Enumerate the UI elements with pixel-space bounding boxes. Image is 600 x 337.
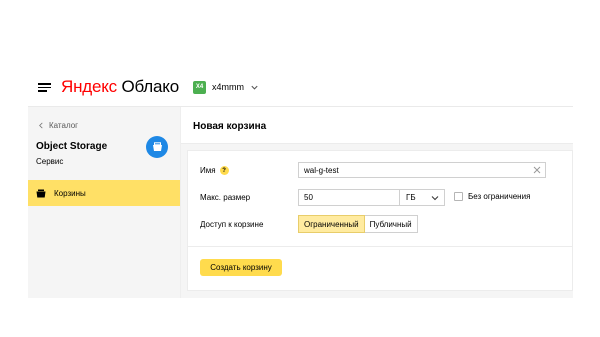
form-divider — [188, 246, 572, 247]
max-size-label: Макс. размер — [200, 193, 251, 202]
sidebar-item-buckets[interactable]: Корзины — [28, 180, 180, 206]
unlimited-checkbox[interactable] — [454, 192, 463, 201]
bucket-name-input[interactable]: wal-g-test — [298, 162, 546, 178]
service-title: Object Storage — [36, 141, 108, 152]
access-option-restricted[interactable]: Ограниченный — [298, 215, 365, 233]
create-bucket-form: Имя? wal-g-test Макс. размер 50 ГБ Без о… — [187, 150, 573, 291]
clear-icon[interactable] — [533, 166, 541, 174]
bucket-icon — [36, 189, 46, 197]
bucket-name-value: wal-g-test — [304, 165, 339, 175]
bucket-icon — [152, 142, 162, 151]
back-to-catalog-link[interactable]: Каталог — [38, 121, 78, 130]
access-option-public[interactable]: Публичный — [364, 215, 418, 233]
size-unit-select[interactable]: ГБ — [400, 189, 445, 206]
size-unit-value: ГБ — [406, 193, 416, 202]
cloud-badge: X4 — [193, 80, 206, 94]
unlimited-checkbox-label: Без ограничения — [468, 192, 531, 201]
access-radio-group: Ограниченный Публичный — [298, 215, 418, 233]
access-label: Доступ к корзине — [200, 220, 264, 229]
name-field-label: Имя? — [200, 166, 229, 176]
page-header: Новая корзина — [181, 107, 573, 144]
create-bucket-button[interactable]: Создать корзину — [200, 259, 282, 276]
cloud-selector[interactable]: X4 x4mmm — [193, 78, 259, 96]
object-storage-icon — [146, 136, 168, 158]
max-size-input[interactable]: 50 — [298, 189, 400, 206]
chevron-left-icon — [39, 122, 43, 129]
chevron-down-icon — [431, 196, 439, 201]
logo-product: Облако — [121, 77, 180, 96]
top-header: Яндекс Облако X4 x4mmm — [28, 66, 573, 106]
service-subtitle: Сервис — [36, 157, 64, 166]
sidebar-item-label: Корзины — [54, 188, 86, 198]
back-link-label: Каталог — [49, 121, 79, 130]
chevron-down-icon — [251, 85, 258, 90]
logo[interactable]: Яндекс Облако — [61, 77, 179, 97]
main-content: Новая корзина Имя? wal-g-test Макс. разм… — [181, 107, 573, 298]
name-label-text: Имя — [200, 166, 216, 175]
help-icon[interactable]: ? — [219, 166, 229, 176]
max-size-value: 50 — [304, 193, 313, 202]
logo-brand: Яндекс — [61, 77, 117, 96]
cloud-name: x4mmm — [212, 82, 244, 92]
menu-icon[interactable] — [38, 83, 51, 92]
sidebar: Каталог Object Storage Сервис Корзины — [28, 107, 180, 298]
unlimited-checkbox-control[interactable]: Без ограничения — [454, 192, 530, 201]
page-title: Новая корзина — [193, 121, 267, 132]
